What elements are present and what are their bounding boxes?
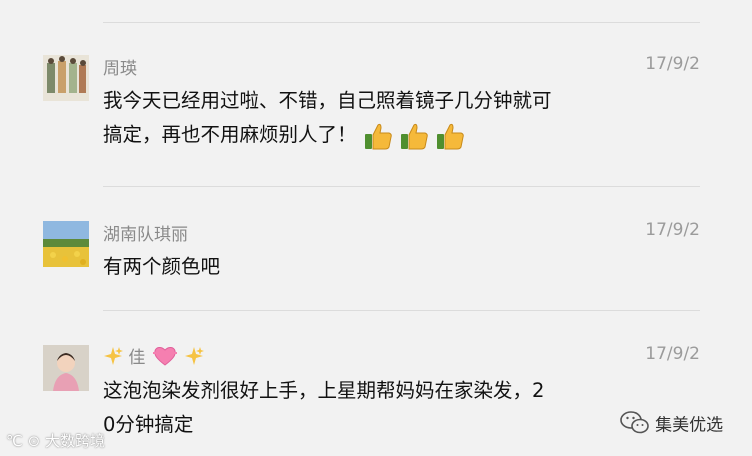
comment-text-line: 0分钟搞定 — [103, 413, 194, 436]
thumbs-up-icon — [435, 121, 465, 151]
watermark-right: 集美优选 — [620, 410, 723, 436]
divider — [103, 186, 700, 187]
sparkle-icon — [103, 346, 123, 366]
comment-author[interactable]: 周瑛 — [103, 54, 137, 79]
thumbs-up-icon — [363, 121, 393, 151]
divider-top — [103, 22, 700, 23]
comment-date: 17/9/2 — [645, 344, 700, 364]
comment-author[interactable]: 湖南队琪丽 — [103, 220, 188, 245]
comment-date: 17/9/2 — [645, 220, 700, 240]
thumbs-up-icon — [399, 121, 429, 151]
watermark-left: ℃ ⊙ 大数跨境 — [6, 430, 105, 451]
watermark-logo-icon: ℃ ⊙ — [6, 432, 45, 450]
comment-text-line: 搞定，再也不用麻烦别人了！ — [103, 118, 623, 152]
author-name-text: 佳 — [128, 348, 146, 368]
avatar[interactable] — [43, 55, 89, 101]
comment-date: 17/9/2 — [645, 54, 700, 74]
comment-text: 这泡泡染发剂很好上手，上星期帮妈妈在家染发，2 0分钟搞定 — [103, 374, 623, 442]
comment-text: 我今天已经用过啦、不错，自己照着镜子几分钟就可 搞定，再也不用麻烦别人了！ — [103, 84, 623, 152]
comment-text-line: 我今天已经用过啦、不错，自己照着镜子几分钟就可 — [103, 89, 552, 112]
comment-author[interactable]: 佳 — [103, 343, 205, 368]
comment-text-line: 这泡泡染发剂很好上手，上星期帮妈妈在家染发，2 — [103, 379, 545, 402]
comment-text: 有两个颜色吧 — [103, 250, 623, 284]
comment-text-line: 有两个颜色吧 — [103, 255, 221, 278]
watermark-left-text: 大数跨境 — [44, 432, 105, 450]
watermark-right-text: 集美优选 — [655, 415, 724, 436]
avatar[interactable] — [43, 345, 89, 391]
wechat-icon — [620, 411, 649, 434]
heart-icon — [152, 345, 177, 367]
comment-text-fragment: 搞定，再也不用麻烦别人了！ — [103, 123, 357, 146]
divider — [103, 310, 700, 311]
avatar[interactable] — [43, 221, 89, 267]
sparkle-icon — [184, 346, 205, 366]
